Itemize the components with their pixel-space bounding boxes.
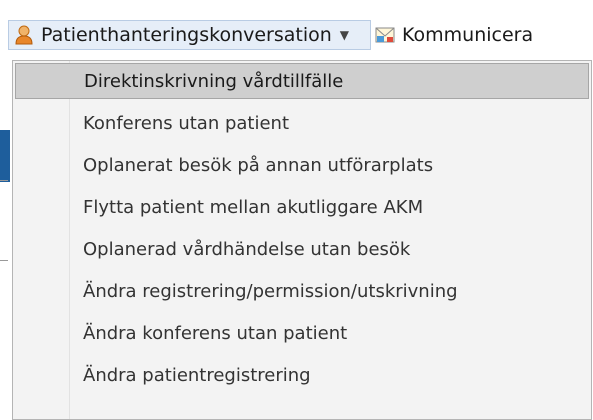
menu-item-konferens-utan-patient[interactable]: Konferens utan patient (15, 105, 589, 141)
menu-item-label: Direktinskrivning vårdtillfälle (84, 70, 344, 92)
menu-item-label: Ändra konferens utan patient (83, 322, 348, 344)
menu-item-label: Oplanerat besök på annan utförarplats (83, 154, 434, 176)
menu-item-oplanerad-vardhandelse[interactable]: Oplanerad vårdhändelse utan besök (15, 231, 589, 267)
menu-item-label: Oplanerad vårdhändelse utan besök (83, 238, 411, 260)
patient-conversation-dropdown: Direktinskrivning vårdtillfälle Konferen… (12, 60, 592, 420)
patient-conversation-menu-button[interactable]: Patienthanteringskonversation ▼ (8, 20, 371, 50)
menu-item-label: Ändra patientregistrering (83, 364, 311, 386)
divider (0, 180, 8, 181)
divider (0, 260, 8, 261)
message-icon (375, 27, 395, 43)
menu-item-andra-registrering[interactable]: Ändra registrering/permission/utskrivnin… (15, 273, 589, 309)
toolbar: Patienthanteringskonversation ▼ Kommunic… (0, 0, 593, 60)
background-window-edge (0, 60, 12, 408)
user-icon (15, 25, 33, 45)
menu-item-oplanerat-besok[interactable]: Oplanerat besök på annan utförarplats (15, 147, 589, 183)
menu-item-direktinskrivning[interactable]: Direktinskrivning vårdtillfälle (15, 63, 589, 99)
background-panel-fragment (0, 130, 10, 182)
menu-item-flytta-patient[interactable]: Flytta patient mellan akutliggare AKM (15, 189, 589, 225)
patient-conversation-menu-label: Patienthanteringskonversation (41, 24, 332, 46)
chevron-down-icon: ▼ (339, 28, 350, 42)
menu-item-andra-konferens[interactable]: Ändra konferens utan patient (15, 315, 589, 351)
menu-item-andra-patientregistrering[interactable]: Ändra patientregistrering (15, 357, 589, 393)
communicate-menu-label: Kommunicera (402, 24, 534, 46)
menu-item-label: Ändra registrering/permission/utskrivnin… (83, 280, 458, 302)
communicate-menu-button[interactable]: Kommunicera (374, 20, 593, 50)
menu-item-label: Flytta patient mellan akutliggare AKM (83, 196, 424, 218)
menu-item-label: Konferens utan patient (83, 112, 290, 134)
